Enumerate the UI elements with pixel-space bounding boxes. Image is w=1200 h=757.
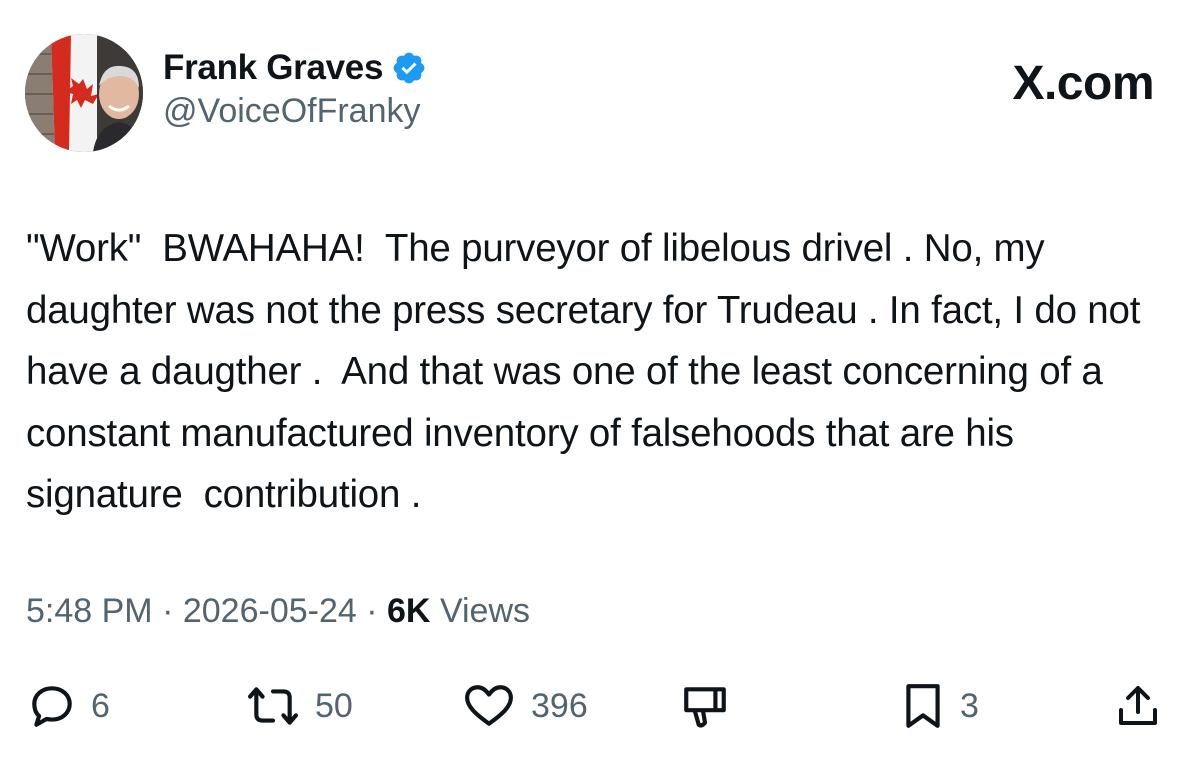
tweet-text: "Work" BWAHAHA! The purveyor of libelous… [26,227,1151,517]
repost-button[interactable]: 50 [245,676,353,736]
bookmark-count: 3 [960,686,979,725]
repost-icon [247,687,298,725]
views-label[interactable]: Views [440,592,530,631]
author-display-name[interactable]: Frank Graves [163,48,383,88]
bookmark-icon [906,684,940,728]
tweet-header: Frank Graves @VoiceOfFranky X.com [0,0,1200,160]
tweet-date[interactable]: 2026-05-24 [183,592,357,631]
meta-separator: · [162,592,174,630]
action-bar: 6 50 396 3 [0,676,1200,736]
reply-count: 6 [91,686,110,725]
heart-icon [465,685,513,726]
meta-separator: · [366,592,378,630]
name-row: Frank Graves [163,46,427,90]
share-button[interactable] [1114,676,1162,736]
avatar-image [25,34,143,152]
tweet-meta: 5:48 PM · 2026-05-24 · 6K Views [26,592,530,631]
author-handle[interactable]: @VoiceOfFranky [163,92,427,131]
x-com-brand-label: X.com [1012,57,1154,110]
like-button[interactable]: 396 [461,676,588,736]
avatar[interactable] [25,34,143,152]
verified-badge-icon[interactable] [391,50,427,86]
views-label-spacer [430,592,439,631]
share-icon [1119,686,1157,725]
reply-icon [32,686,72,727]
bookmark-button[interactable]: 3 [900,676,979,736]
downvote-button[interactable] [680,676,730,736]
repost-count: 50 [315,686,353,725]
tweet-time[interactable]: 5:48 PM [26,592,153,631]
thumbs-down-icon [684,687,726,728]
reply-button[interactable]: 6 [27,676,110,736]
author-block: Frank Graves @VoiceOfFranky [163,46,427,131]
like-count: 396 [531,686,588,725]
views-count[interactable]: 6K [387,592,430,631]
